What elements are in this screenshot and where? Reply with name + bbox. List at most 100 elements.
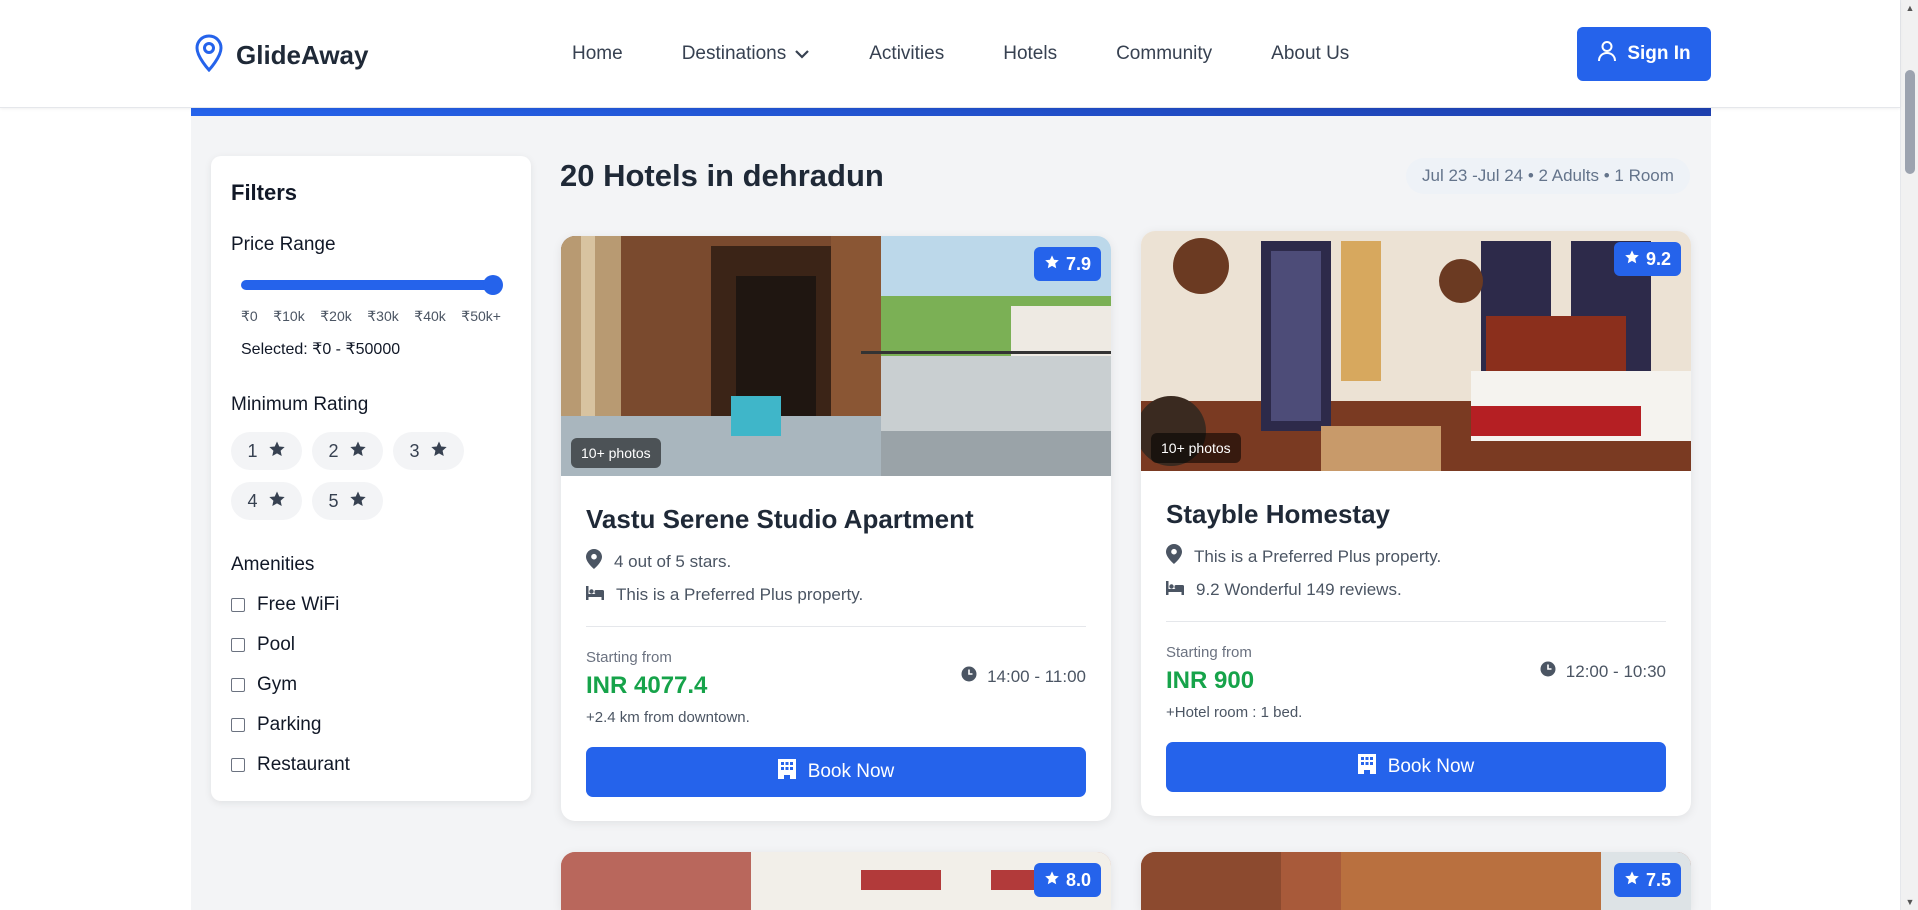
amenity-label: Pool [257,634,296,655]
map-pin-icon [194,34,224,77]
rating-option-5[interactable]: 5 [312,482,383,520]
star-icon [1044,254,1060,275]
hotel-info-line: This is a Preferred Plus property. [586,585,863,605]
hotel-price: INR 4077.4 [586,672,708,699]
checkbox[interactable] [231,758,245,772]
nav-label: Activities [869,43,945,64]
hotel-photo[interactable]: 7.9 10+ photos [561,236,1111,476]
rating-badge: 8.0 [1033,863,1101,897]
starting-from-label: Starting from [586,649,672,666]
nav-activities[interactable]: Activities [869,43,944,65]
hotel-info-text: 4 out of 5 stars. [614,551,732,571]
photos-count[interactable]: 10+ photos [1151,433,1241,463]
scrollbar-thumb[interactable] [1905,70,1915,174]
scroll-down-arrow[interactable]: ▼ [1901,894,1918,910]
price-selected-text: Selected: ₹0 - ₹50000 [241,341,401,358]
hotel-info-text: 9.2 Wonderful 149 reviews. [1196,580,1402,599]
amenity-label: Parking [257,714,322,735]
rating-value: 1 [247,440,258,461]
hotel-building-icon [1357,754,1376,780]
nav-hotels[interactable]: Hotels [1003,43,1057,65]
checkbox[interactable] [231,598,245,612]
hotel-card[interactable]: 9.2 10+ photos Stayble Homestay This is … [1141,231,1691,816]
search-summary: Jul 23 -Jul 24 • 2 Adults • 1 Room [1406,158,1690,194]
rating-option-3[interactable]: 3 [393,432,464,470]
chevron-down-icon [794,43,810,65]
star-icon [268,490,286,513]
rating-value: 3 [409,440,420,461]
price-tick: ₹50k+ [461,308,501,324]
rating-value: 9.2 [1645,248,1671,269]
hotel-photo[interactable]: 9.2 10+ photos [1141,231,1691,471]
hotel-price: INR 900 [1166,667,1255,694]
clock-icon [1540,661,1556,682]
amenity-label: Free WiFi [257,594,340,615]
hotel-name[interactable]: Stayble Homestay [1166,499,1390,530]
hotel-info-line: 4 out of 5 stars. [586,549,731,574]
photos-count[interactable]: 10+ photos [571,438,661,468]
amenity-restaurant[interactable]: Restaurant [231,754,350,776]
slider-handle[interactable] [483,275,503,295]
price-range-label: Price Range [231,234,336,255]
main-nav: Home Destinations Activities Hotels Comm… [572,0,1408,108]
hotel-card[interactable]: 8.0 [561,852,1111,910]
nav-about-us[interactable]: About Us [1271,43,1349,65]
book-now-button[interactable]: Book Now [1166,742,1666,792]
filters-panel: Filters Price Range ₹0 ₹10k ₹20k ₹30k ₹4… [211,156,531,801]
page-scrollbar[interactable]: ▲ ▼ [1900,0,1918,910]
star-icon [1044,870,1060,891]
star-icon [1624,249,1640,270]
nav-destinations[interactable]: Destinations [682,43,811,65]
price-tick: ₹0 [241,308,258,324]
book-now-button[interactable]: Book Now [586,747,1086,797]
rating-option-1[interactable]: 1 [231,432,302,470]
filters-title: Filters [231,180,298,205]
checkin-times: 14:00 - 11:00 [961,666,1086,687]
star-icon [430,440,448,463]
hotel-card[interactable]: 7.9 10+ photos Vastu Serene Studio Apart… [561,236,1111,821]
nav-community[interactable]: Community [1116,43,1212,65]
checkbox[interactable] [231,678,245,692]
amenity-label: Restaurant [257,754,350,775]
hotel-note: +Hotel room : 1 bed. [1166,704,1303,721]
scroll-up-arrow[interactable]: ▲ [1901,0,1918,16]
results-title: 20 Hotels in dehradun [560,158,884,193]
rating-option-2[interactable]: 2 [312,432,383,470]
price-tick: ₹10k [273,308,305,324]
hotel-card[interactable]: 7.5 [1141,852,1691,910]
star-icon [349,490,367,513]
amenity-gym[interactable]: Gym [231,674,297,696]
rating-value: 5 [328,490,339,511]
nav-label: Hotels [1003,43,1058,64]
hotel-name[interactable]: Vastu Serene Studio Apartment [586,504,974,535]
amenity-free-wifi[interactable]: Free WiFi [231,594,339,616]
rating-options-row-2: 4 5 [231,482,383,520]
price-tick: ₹40k [414,308,446,324]
hotel-info-line: This is a Preferred Plus property. [1166,544,1441,569]
brand-logo[interactable]: GlideAway [194,34,368,77]
map-pin-icon [1166,544,1182,569]
sign-in-button[interactable]: Sign In [1577,27,1711,81]
rating-badge: 7.9 [1033,247,1101,281]
top-navbar: GlideAway Home Destinations Activities H… [0,0,1900,108]
rating-option-4[interactable]: 4 [231,482,302,520]
hotel-photo[interactable]: 7.5 [1141,852,1691,910]
nav-label: Destinations [681,43,787,64]
checkin-times: 12:00 - 10:30 [1540,661,1666,682]
checkin-times-text: 14:00 - 11:00 [987,666,1086,686]
rating-value: 8.0 [1065,869,1091,890]
nav-label: Community [1116,43,1213,64]
hotel-photo[interactable]: 8.0 [561,852,1111,910]
hotel-info-line: 9.2 Wonderful 149 reviews. [1166,580,1402,600]
price-range-slider[interactable] [241,275,503,295]
nav-label: About Us [1271,43,1350,64]
amenity-parking[interactable]: Parking [231,714,321,736]
checkbox[interactable] [231,718,245,732]
rating-badge: 9.2 [1613,242,1681,276]
nav-home[interactable]: Home [572,43,623,65]
checkin-times-text: 12:00 - 10:30 [1565,661,1666,681]
sign-in-label: Sign In [1627,43,1691,64]
amenity-pool[interactable]: Pool [231,634,295,656]
minimum-rating-label: Minimum Rating [231,394,369,415]
checkbox[interactable] [231,638,245,652]
